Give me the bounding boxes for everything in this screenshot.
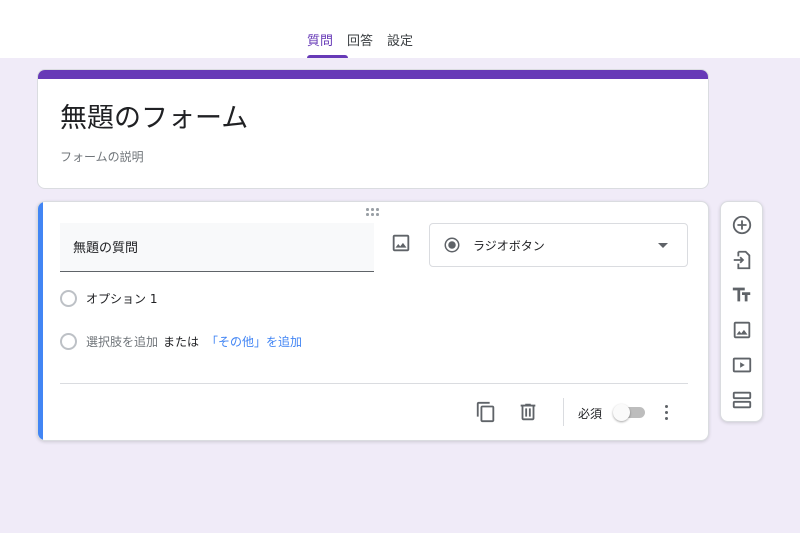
footer-separator xyxy=(563,398,564,426)
duplicate-button[interactable] xyxy=(475,401,497,423)
option-item[interactable]: オプション 1 xyxy=(60,290,157,307)
add-video-button[interactable] xyxy=(731,354,753,376)
add-image-button[interactable] xyxy=(390,232,412,254)
floating-toolbar xyxy=(720,201,763,422)
question-title-input[interactable]: 無題の質問 xyxy=(60,223,374,272)
question-card[interactable]: 無題の質問 ラジオボタン オプション 1 選択肢を追加 または 「その他」を追加… xyxy=(37,201,709,441)
more-options-button[interactable] xyxy=(662,403,672,421)
tab-questions[interactable]: 質問 xyxy=(300,22,349,58)
add-image-toolbar-button[interactable] xyxy=(731,319,753,341)
trash-icon xyxy=(520,403,536,421)
add-circle-icon xyxy=(732,215,752,235)
drag-handle-icon[interactable] xyxy=(366,208,382,216)
header-accent-bar xyxy=(38,70,708,79)
toggle-thumb xyxy=(613,404,630,421)
or-text: または xyxy=(163,335,200,349)
add-option-row: 選択肢を追加 または 「その他」を追加 xyxy=(60,333,302,350)
import-icon xyxy=(733,250,751,270)
import-questions-button[interactable] xyxy=(731,249,753,271)
add-option-button[interactable]: 選択肢を追加 xyxy=(86,333,158,350)
form-tabs: 質問 回答 設定 xyxy=(300,22,420,58)
card-divider xyxy=(60,383,688,384)
title-text-icon xyxy=(732,287,751,302)
add-question-button[interactable] xyxy=(731,214,753,236)
delete-button[interactable] xyxy=(517,401,539,423)
form-header-card: 無題のフォーム フォームの説明 xyxy=(37,69,709,189)
question-type-dropdown[interactable]: ラジオボタン xyxy=(429,223,688,267)
form-description-field[interactable]: フォームの説明 xyxy=(60,148,144,165)
chevron-down-icon xyxy=(658,243,668,248)
radio-circle-icon xyxy=(60,290,77,307)
option-label[interactable]: オプション 1 xyxy=(86,290,157,307)
add-title-button[interactable] xyxy=(731,284,753,306)
radio-circle-icon xyxy=(60,333,77,350)
form-title-field[interactable]: 無題のフォーム xyxy=(60,96,248,135)
section-icon xyxy=(732,391,752,409)
add-section-button[interactable] xyxy=(731,389,753,411)
video-icon xyxy=(732,357,752,373)
top-bar: 質問 回答 設定 xyxy=(0,0,800,58)
tab-responses[interactable]: 回答 xyxy=(340,22,380,58)
tab-settings[interactable]: 設定 xyxy=(380,22,420,58)
required-toggle[interactable] xyxy=(613,404,647,421)
image-icon xyxy=(392,234,410,252)
add-other-button[interactable]: 「その他」を追加 xyxy=(206,333,302,350)
active-card-indicator xyxy=(38,202,43,440)
image-icon xyxy=(733,321,751,339)
copy-icon xyxy=(476,401,495,423)
required-label: 必須 xyxy=(578,407,603,421)
question-type-label: ラジオボタン xyxy=(473,239,545,253)
radio-button-icon xyxy=(444,237,460,253)
